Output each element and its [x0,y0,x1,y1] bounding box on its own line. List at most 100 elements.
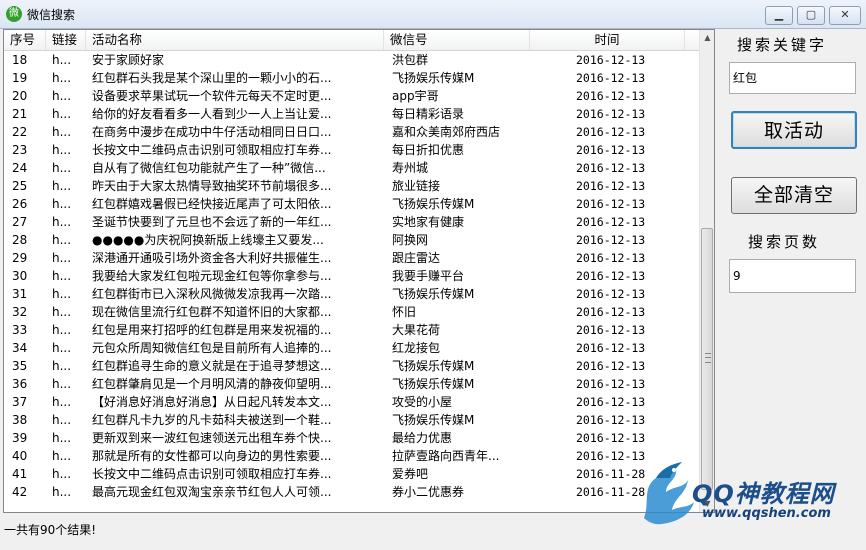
row-id: 18 [12,53,28,67]
row-time: 2016-12-13 [576,233,646,247]
table-row[interactable]: 38 h... 红包群凡卡九岁的凡卡茹科夫被送到一个鞋... 飞扬娱乐传媒M 2016-… [4,411,699,429]
row-link: h... [52,251,72,265]
row-wechat-id: 每日折扣优惠 [392,143,465,157]
scrollbar-thumb[interactable] [701,228,713,490]
row-wechat-id: app宇哥 [392,89,439,103]
column-header-time[interactable]: 时间 [530,30,685,50]
row-time: 2016-12-13 [576,395,646,409]
close-button[interactable]: ✕ [829,6,861,25]
row-time: 2016-12-13 [576,341,646,355]
row-time: 2016-12-13 [576,71,646,85]
table-row[interactable]: 31 h... 红包群街市已入深秋风微微发凉我再一次踏... 飞扬娱乐传媒M 2016-… [4,285,699,303]
row-link: h... [52,107,72,121]
row-time: 2016-12-13 [576,107,646,121]
row-time: 2016-12-13 [576,413,646,427]
table-row[interactable]: 24 h... 自从有了微信红包功能就产生了一种”微信... 寿州城 2016-12-1… [4,159,699,177]
row-activity-name: 更新双到来一波红包速领送元出租车券个快... [92,431,332,445]
table-row[interactable]: 42 h... 最高元现金红包双淘宝亲亲节红包人人可领... 券小二优惠券 2016-1… [4,483,699,501]
row-id: 35 [12,359,28,373]
row-time: 2016-12-13 [576,269,646,283]
table-row[interactable]: 26 h... 红包群嬉戏暑假已经快接近尾声了可太阳依... 飞扬娱乐传媒M 2016-… [4,195,699,213]
row-id: 22 [12,125,28,139]
table-row[interactable]: 39 h... 更新双到来一波红包速领送元出租车券个快... 最给力优惠 2016-12… [4,429,699,447]
column-header-id[interactable]: 序号 [4,30,46,50]
row-link: h... [52,197,72,211]
row-id: 20 [12,89,28,103]
row-link: h... [52,269,72,283]
table-row[interactable]: 28 h... ●●●●●为庆祝阿换新版上线壕主又要发... 阿换网 2016-12-1… [4,231,699,249]
table-row[interactable]: 37 h... 【好消息好消息好消息】从日起凡转发本文... 攻受的小屋 2016-12… [4,393,699,411]
table-row[interactable]: 32 h... 现在微信里流行红包群不知道怀旧的大家都... 怀旧 2016-12-13 [4,303,699,321]
row-time: 2016-12-13 [576,377,646,391]
row-link: h... [52,323,72,337]
clear-all-button[interactable]: 全部清空 [731,177,857,214]
table-row[interactable]: 21 h... 给你的好友看看多一人看到少一人上当让爱... 每日精彩语录 2016-1… [4,105,699,123]
table-row[interactable]: 29 h... 深港通开通吸引场外资金各大利好共振催生... 跟庄雷达 2016-12-… [4,249,699,267]
row-link: h... [52,395,72,409]
table-row[interactable]: 35 h... 红包群追寻生命的意义就是在于追寻梦想这... 飞扬娱乐传媒M 2016-… [4,357,699,375]
row-activity-name: 红包群街市已入深秋风微微发凉我再一次踏... [92,287,332,301]
row-time: 2016-12-13 [576,179,646,193]
row-activity-name: 最高元现金红包双淘宝亲亲节红包人人可领... [92,485,332,499]
row-wechat-id: 攻受的小屋 [392,395,453,409]
row-time: 2016-12-13 [576,287,646,301]
pages-input[interactable]: 9 [729,259,856,293]
table-row[interactable]: 33 h... 红包是用来打招呼的红包群是用来发祝福的... 大果花荷 2016-12-… [4,321,699,339]
row-link: h... [52,215,72,229]
window-title: 微信搜索 [27,8,76,22]
row-activity-name: 圣诞节快要到了元旦也不会远了新的一年红... [92,215,332,229]
table-row[interactable]: 27 h... 圣诞节快要到了元旦也不会远了新的一年红... 实地家有健康 2016-1… [4,213,699,231]
row-link: h... [52,179,72,193]
table-row[interactable]: 18 h... 安于家顾好家 洪包群 2016-12-13 [4,51,699,69]
row-id: 34 [12,341,28,355]
row-wechat-id: 怀旧 [392,305,417,319]
vertical-scrollbar[interactable]: ▲ ▼ [699,30,714,512]
column-header-name[interactable]: 活动名称 [86,30,384,50]
column-header-wechat[interactable]: 微信号 [384,30,530,50]
table-row[interactable]: 20 h... 设备要求苹果试玩一个软件元每天不定时更... app宇哥 2016-12… [4,87,699,105]
row-link: h... [52,161,72,175]
table-row[interactable]: 30 h... 我要给大家发红包啦元现金红包等你拿参与... 我要手赚平台 2016-1… [4,267,699,285]
table-row[interactable]: 22 h... 在商务中漫步在成功中牛仔活动相同日日口... 嘉和众美南郊府西店 201… [4,123,699,141]
row-link: h... [52,233,72,247]
row-activity-name: 长按文中二维码点击识别可领取相应打车券... [92,467,332,481]
row-time: 2016-12-13 [576,323,646,337]
table-row[interactable]: 40 h... 那就是所有的女性都可以向身边的男性索要... 拉萨壹路向西青年... 2… [4,447,699,465]
row-id: 31 [12,287,28,301]
row-link: h... [52,125,72,139]
row-activity-name: 那就是所有的女性都可以向身边的男性索要... [92,449,332,463]
table-row[interactable]: 36 h... 红包群肇肩见是一个月明风清的静夜仰望明... 飞扬娱乐传媒M 2016-… [4,375,699,393]
row-activity-name: 【好消息好消息好消息】从日起凡转发本文... [92,395,332,409]
row-time: 2016-12-13 [576,251,646,265]
row-wechat-id: 飞扬娱乐传媒M [392,197,475,211]
table-row[interactable]: 34 h... 元包众所周知微信红包是目前所有人追捧的... 红龙接包 2016-12-… [4,339,699,357]
row-link: h... [52,467,72,481]
table-row[interactable]: 41 h... 长按文中二维码点击识别可领取相应打车券... 爱券吧 2016-11-2… [4,465,699,483]
row-activity-name: 红包是用来打招呼的红包群是用来发祝福的... [92,323,332,337]
table-row[interactable]: 25 h... 昨天由于大家太热情导致抽奖环节前塌很多... 旅业链接 2016-12-… [4,177,699,195]
maximize-button[interactable]: ▢ [797,6,825,25]
column-header-link[interactable]: 链接 [46,30,86,50]
row-link: h... [52,359,72,373]
status-text: 一共有90个结果! [4,523,97,537]
row-wechat-id: 跟庄雷达 [392,251,441,265]
scroll-up-arrow-icon[interactable]: ▲ [700,30,714,46]
results-list[interactable]: 序号 链接 活动名称 微信号 时间 18 h... 安于家顾好家 洪包群 2016-12… [3,29,715,513]
table-row[interactable]: 23 h... 长按文中二维码点击识别可领取相应打车券... 每日折扣优惠 2016-1… [4,141,699,159]
row-wechat-id: 大果花荷 [392,323,441,337]
row-id: 42 [12,485,28,499]
wechat-logo-icon: 微 [6,6,22,22]
row-wechat-id: 爱券吧 [392,467,429,481]
row-activity-name: 红包群凡卡九岁的凡卡茹科夫被送到一个鞋... [92,413,332,427]
fetch-activities-button[interactable]: 取活动 [731,111,857,149]
row-activity-name: 设备要求苹果试玩一个软件元每天不定时更... [92,89,332,103]
keyword-input[interactable]: 红包 [729,62,856,94]
table-row[interactable]: 19 h... 红包群石头我是某个深山里的一颗小小的石... 飞扬娱乐传媒M 2016-… [4,69,699,87]
row-link: h... [52,143,72,157]
row-wechat-id: 券小二优惠券 [392,485,465,499]
row-id: 30 [12,269,28,283]
row-link: h... [52,431,72,445]
minimize-button[interactable]: ▁ [765,6,793,25]
row-id: 28 [12,233,28,247]
row-link: h... [52,341,72,355]
